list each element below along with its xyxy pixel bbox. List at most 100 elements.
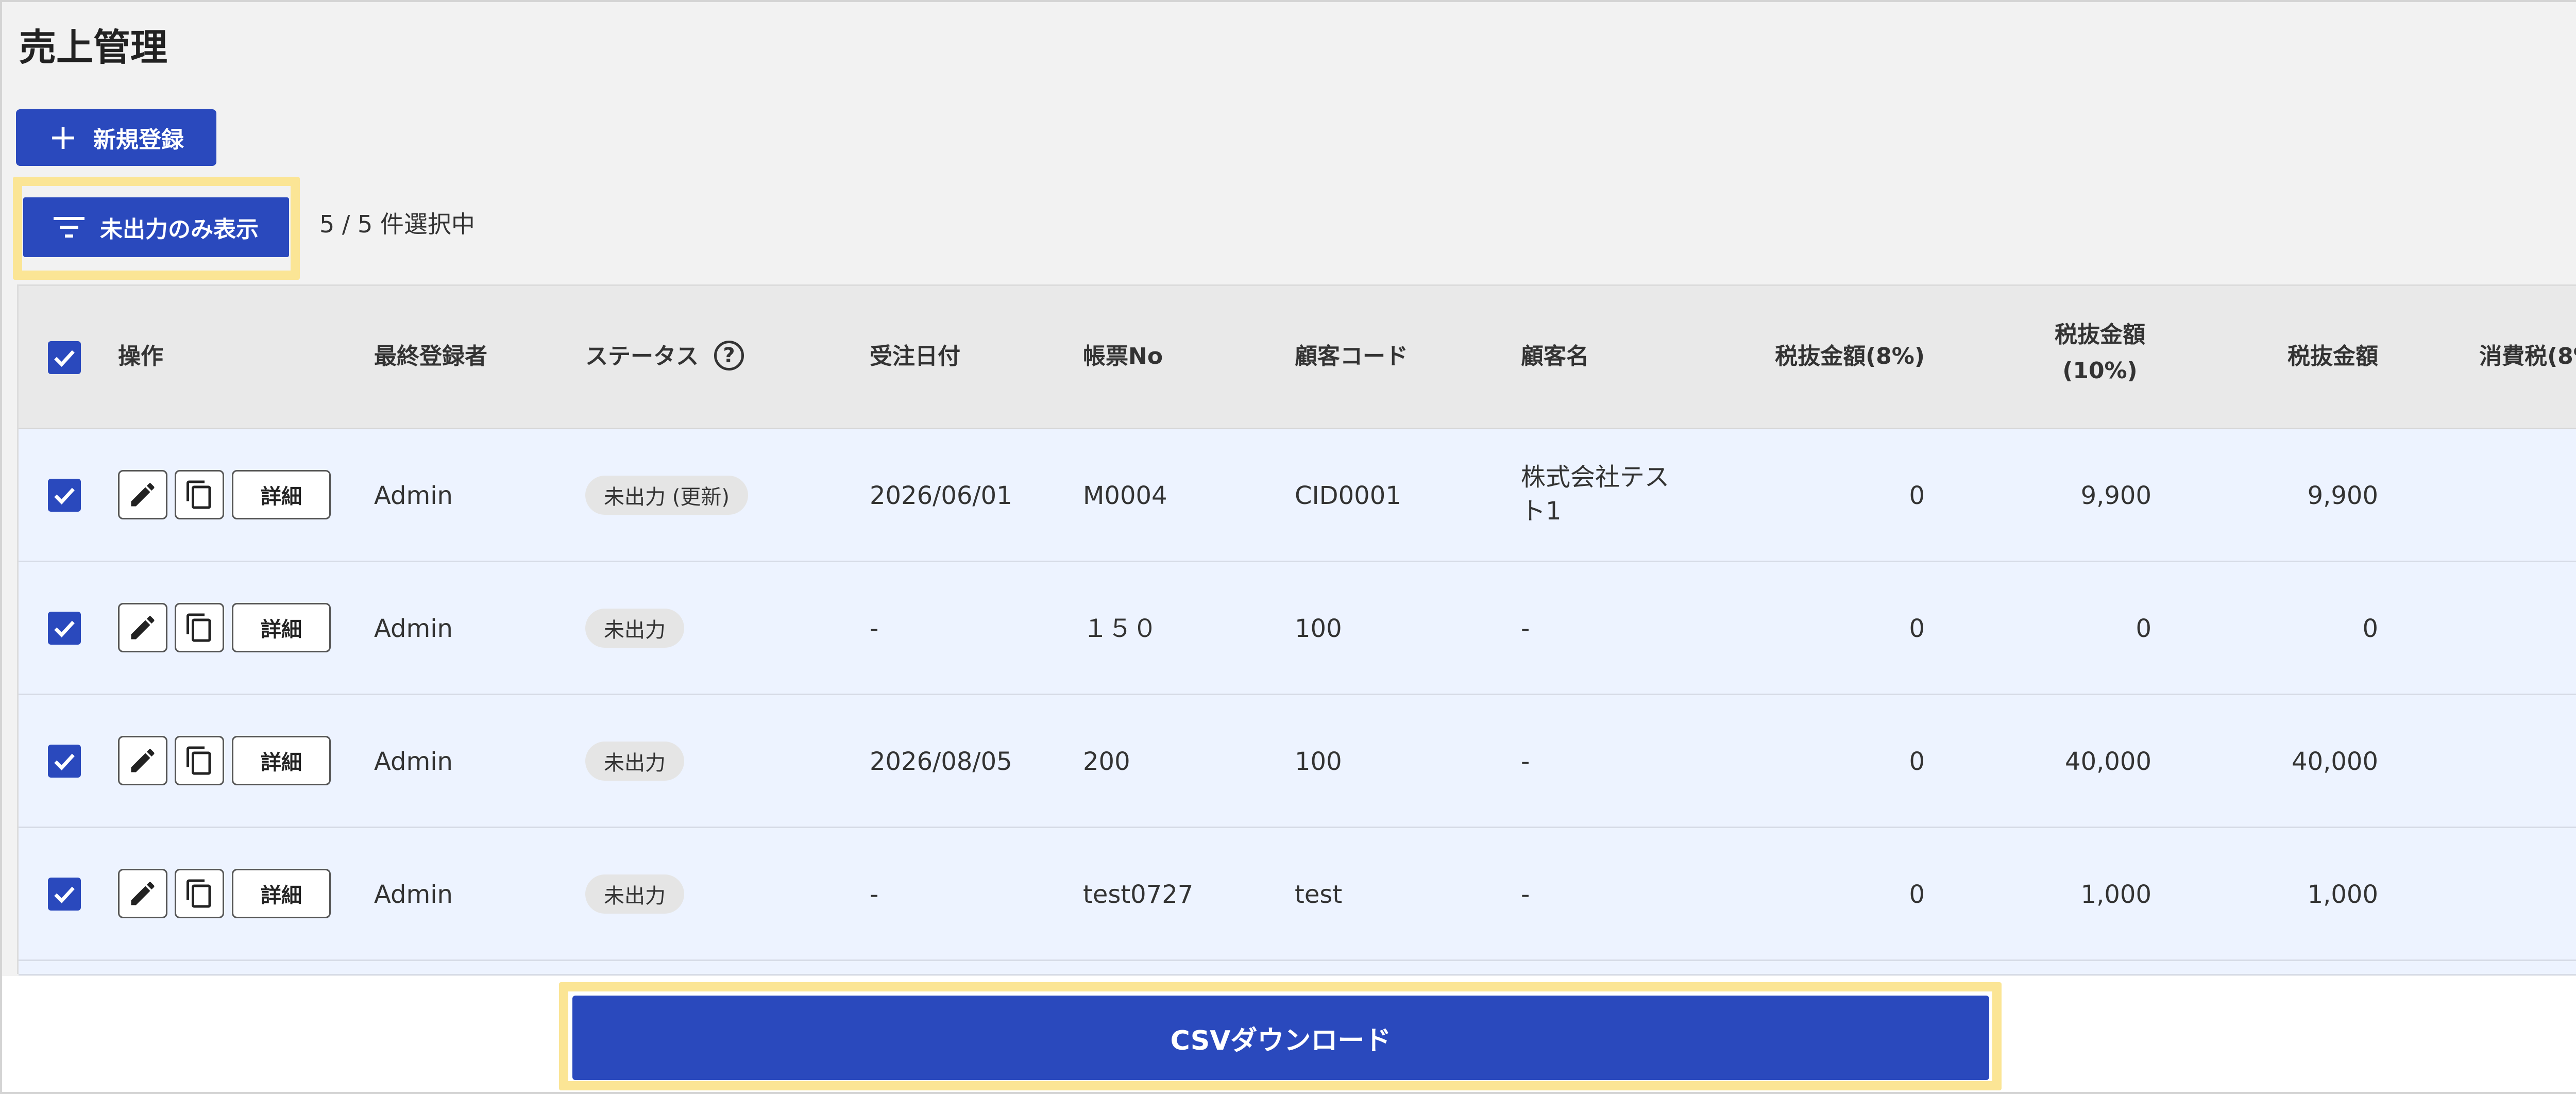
copy-icon [187,613,211,642]
header-amount-10-excl: 税抜金額 (10%) [1976,317,2151,389]
checkbox-icon [54,886,75,904]
csv-download-button[interactable]: CSVダウンロード [572,996,1989,1080]
status-badge: 未出力 [585,609,684,648]
edit-button[interactable] [118,603,167,652]
row-checkbox[interactable] [48,612,81,645]
header-amount-8-excl: 税抜金額(8%) [1775,343,1925,369]
cell-amount-10: 40,000 [2065,747,2151,776]
cell-amount: 1,000 [2307,880,2378,909]
copy-button[interactable] [175,603,224,652]
cell-tax-8: 0 [2400,745,2576,779]
edit-button[interactable] [118,736,167,785]
cell-slip-no: 200 [1083,747,1130,776]
cell-order-date: - [870,880,879,909]
header-amount-excl: 税抜金額 [2287,343,2378,369]
detail-button[interactable]: 詳細 [232,470,331,519]
pencil-icon [131,749,155,772]
header-last-registrant: 最終登録者 [374,343,487,369]
cell-customer-name: 株式会社テス ト1 [1521,460,1669,528]
cell-tax-8: 0 [2400,612,2576,646]
cell-customer-name: - [1521,747,1530,776]
status-badge: 未出力 [585,742,684,781]
edit-button[interactable] [118,869,167,918]
cell-slip-no: １５０ [1083,614,1158,643]
table-row [19,961,2576,975]
page-title: 売上管理 [19,26,168,69]
copy-button[interactable] [175,470,224,519]
header-order-date: 受注日付 [870,343,960,369]
edit-button[interactable] [118,470,167,519]
row-checkbox[interactable] [48,745,81,778]
select-all-checkbox[interactable] [48,341,81,374]
filter-label: 未出力のみ表示 [100,216,259,243]
checkbox-icon [54,753,75,771]
table-header: 操作 最終登録者 ステータス? 受注日付 帳票No 顧客コード 顧客名 税抜金額… [19,286,2576,429]
copy-button[interactable] [175,736,224,785]
cell-registrant: Admin [374,614,453,643]
cell-registrant: Admin [374,481,453,510]
pencil-icon [131,882,155,905]
filter-unexported-button[interactable]: 未出力のみ表示 [23,197,289,257]
cell-tax-8: 0 [2400,878,2576,912]
detail-button[interactable]: 詳細 [232,736,331,785]
cell-amount-10: 9,900 [2080,481,2151,510]
header-customer-code: 顧客コード [1295,343,1408,369]
header-tax-8: 消費税(8%) [2479,343,2576,369]
cell-order-date: 2026/08/05 [870,747,1012,776]
plus-icon: + [48,117,78,158]
header-operation: 操作 [118,343,163,369]
checkbox-icon [54,350,75,367]
cell-customer-name: - [1521,614,1530,643]
cell-slip-no: M0004 [1083,481,1167,510]
header-amount-10-line1: 税抜金額 [2055,322,2145,348]
cell-customer-code: 100 [1295,614,1342,643]
cell-customer-name-line2: ト1 [1521,497,1562,526]
table-row: 詳細 Admin 未出力 - １５０ 100 - 0 0 0 0 [19,562,2576,695]
cell-amount: 0 [2362,614,2378,643]
cell-order-date: 2026/06/01 [870,481,1012,510]
checkbox-icon [54,487,75,505]
filter-icon [54,217,84,238]
copy-icon [187,879,211,908]
detail-button[interactable]: 詳細 [232,869,331,918]
help-icon[interactable]: ? [714,341,744,371]
cell-registrant: Admin [374,880,453,909]
selection-count: 5 / 5 件選択中 [319,210,475,238]
header-status-label: ステータス [585,343,699,369]
status-badge: 未出力 (更新) [585,476,748,515]
cell-amount-8: 0 [1909,747,1925,776]
cell-customer-code: test [1295,880,1343,909]
copy-button[interactable] [175,869,224,918]
cell-order-date: - [870,614,879,643]
table-row: 詳細 Admin 未出力 2026/08/05 200 100 - 0 40,0… [19,695,2576,828]
cell-amount-8: 0 [1909,614,1925,643]
row-checkbox[interactable] [48,479,81,512]
table-row: 詳細 Admin 未出力 - test0727 test - 0 1,000 1… [19,828,2576,961]
header-customer-name: 顧客名 [1521,343,1589,369]
cell-amount: 9,900 [2307,481,2378,510]
detail-button[interactable]: 詳細 [232,603,331,652]
checkbox-icon [54,620,75,638]
cell-amount: 40,000 [2292,747,2378,776]
copy-icon [187,746,211,775]
cell-slip-no: test0727 [1083,880,1194,909]
cell-customer-code: 100 [1295,747,1342,776]
cell-registrant: Admin [374,747,453,776]
header-status: ステータス? [585,339,744,375]
cell-customer-name: - [1521,880,1530,909]
pencil-icon [131,616,155,639]
cell-customer-name-line1: 株式会社テス [1521,463,1670,492]
cell-amount-8: 0 [1909,880,1925,909]
new-register-label: 新規登録 [93,127,184,153]
sales-table: 操作 最終登録者 ステータス? 受注日付 帳票No 顧客コード 顧客名 税抜金額… [17,284,2576,975]
header-amount-10-line2: (10%) [2062,358,2138,384]
cell-amount-10: 0 [2136,614,2151,643]
status-badge: 未出力 [585,874,684,914]
cell-tax-8: 0 [2400,479,2576,513]
header-slip-no: 帳票No [1083,343,1163,369]
row-checkbox[interactable] [48,878,81,911]
new-register-button[interactable]: + 新規登録 [16,109,216,166]
table-row: 詳細 Admin 未出力 (更新) 2026/06/01 M0004 CID00… [19,429,2576,562]
cell-customer-code: CID0001 [1295,481,1401,510]
pencil-icon [131,483,155,507]
